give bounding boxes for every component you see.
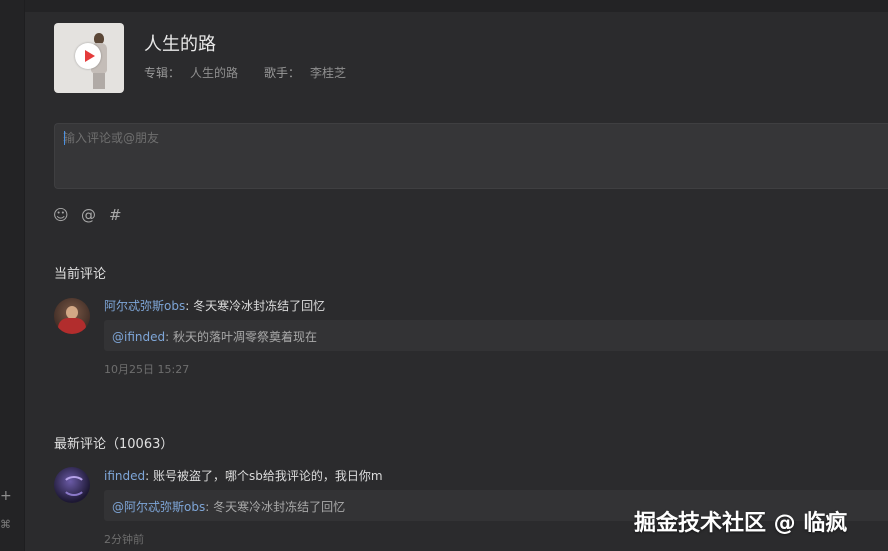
reply-separator: : <box>205 500 214 514</box>
album-cover[interactable] <box>54 23 124 93</box>
album-link[interactable]: 人生的路 <box>190 66 238 80</box>
current-comments-title: 当前评论 <box>54 267 107 282</box>
add-icon[interactable]: + <box>0 488 12 504</box>
quoted-reply: @ifinded: 秋天的落叶凋零祭奠着现在 <box>104 320 888 351</box>
comment-box[interactable] <box>54 123 888 189</box>
album-label: 专辑： <box>144 66 181 80</box>
artist-label: 歌手： <box>264 66 301 80</box>
comment-user-link[interactable]: 阿尔忒弥斯obs <box>104 299 185 313</box>
comment-text: 冬天寒冷冰封冻结了回忆 <box>193 299 326 313</box>
left-sidebar-strip: + ⌘ <box>0 0 25 551</box>
watermark: 掘金技术社区 @ 临疯 <box>634 511 848 536</box>
emoji-icon[interactable]: ☺ <box>53 206 69 224</box>
quoted-reply-line: @ifinded: 秋天的落叶凋零祭奠着现在 <box>112 328 317 345</box>
comment-timestamp: 2分钟前 <box>104 533 144 546</box>
hashtag-icon[interactable]: # <box>109 206 122 224</box>
comment-text-line: ifinded: 账号被盗了，哪个sb给我评论的，我日你m <box>104 467 383 484</box>
avatar[interactable] <box>54 298 90 334</box>
avatar-swirl <box>62 476 86 496</box>
comment-separator: : <box>185 299 194 313</box>
song-title: 人生的路 <box>144 34 216 55</box>
artist-meta: 歌手： 李桂芝 <box>264 64 346 81</box>
folder-icon[interactable]: ⌘ <box>0 518 11 531</box>
reply-separator: : <box>165 330 173 344</box>
reply-text: 秋天的落叶凋零祭奠着现在 <box>172 330 317 344</box>
latest-comments-title: 最新评论（10063） <box>54 437 174 452</box>
text-caret <box>64 131 65 145</box>
mention-icon[interactable]: @ <box>81 206 96 224</box>
comment-input[interactable] <box>63 129 763 147</box>
reply-text: 冬天寒冷冰封冻结了回忆 <box>213 500 346 514</box>
window-top-bar <box>0 0 888 12</box>
avatar-shirt <box>58 318 86 334</box>
avatar[interactable] <box>54 467 90 503</box>
comment-separator: : <box>145 469 153 483</box>
reply-user-link[interactable]: @阿尔忒弥斯obs <box>112 500 205 514</box>
quoted-reply-line: @阿尔忒弥斯obs: 冬天寒冷冰封冻结了回忆 <box>112 498 345 515</box>
comment-user-link[interactable]: ifinded <box>104 469 145 483</box>
reply-user-link[interactable]: @ifinded <box>112 330 165 344</box>
artist-link[interactable]: 李桂芝 <box>310 66 346 80</box>
comment-text: 账号被盗了，哪个sb给我评论的，我日你m <box>152 469 383 483</box>
comment-timestamp: 10月25日 15:27 <box>104 363 190 376</box>
cover-figure-legs <box>93 73 105 89</box>
album-meta: 专辑： 人生的路 <box>144 64 238 81</box>
play-icon[interactable] <box>75 43 101 69</box>
comment-text-line: 阿尔忒弥斯obs: 冬天寒冷冰封冻结了回忆 <box>104 297 325 314</box>
